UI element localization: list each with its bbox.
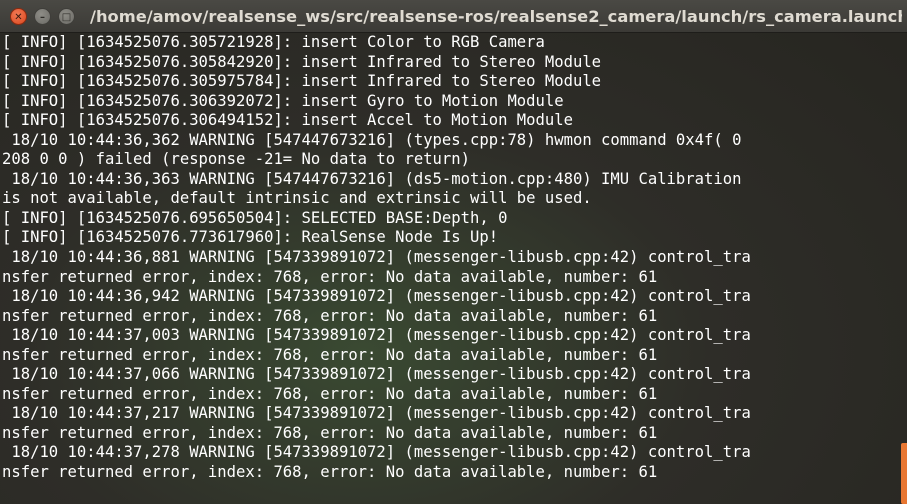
terminal-window: ✕ – □ /home/amov/realsense_ws/src/realse… [0, 0, 907, 504]
terminal-line: 208 0 0 ) failed (response -21= No data … [2, 150, 471, 169]
terminal-line: [ INFO] [1634525076.695650504]: SELECTED… [2, 208, 508, 227]
close-icon: ✕ [14, 12, 23, 23]
terminal-line: [ INFO] [1634525076.306494152]: insert A… [2, 111, 573, 130]
minimize-button[interactable]: – [34, 8, 51, 25]
terminal-line: 18/10 10:44:37,003 WARNING [547339891072… [2, 326, 751, 345]
terminal-line: [ INFO] [1634525076.305721928]: insert C… [2, 33, 545, 51]
terminal-line: nsfer returned error, index: 768, error:… [2, 345, 658, 364]
terminal-line: nsfer returned error, index: 768, error:… [2, 267, 658, 286]
terminal-line: 18/10 10:44:36,363 WARNING [547447673216… [2, 169, 742, 188]
terminal-output[interactable]: [ INFO] [1634525076.305721928]: insert C… [2, 33, 900, 504]
terminal-line: nsfer returned error, index: 768, error:… [2, 463, 658, 482]
window-title: /home/amov/realsense_ws/src/realsense-ro… [90, 7, 902, 26]
close-button[interactable]: ✕ [10, 8, 27, 25]
terminal-line: 18/10 10:44:36,942 WARNING [547339891072… [2, 287, 751, 306]
terminal-line: [ INFO] [1634525076.306392072]: insert G… [2, 91, 564, 110]
scrollbar-thumb[interactable] [901, 443, 907, 504]
minimize-icon: – [40, 12, 45, 23]
terminal-line: 18/10 10:44:37,066 WARNING [547339891072… [2, 365, 751, 384]
terminal-line: 18/10 10:44:36,881 WARNING [547339891072… [2, 248, 751, 267]
terminal-line: nsfer returned error, index: 768, error:… [2, 423, 658, 442]
terminal-line: [ INFO] [1634525076.773617960]: RealSens… [2, 228, 499, 247]
terminal-line: nsfer returned error, index: 768, error:… [2, 306, 658, 325]
title-bar[interactable]: ✕ – □ /home/amov/realsense_ws/src/realse… [0, 0, 907, 33]
terminal-line: nsfer returned error, index: 768, error:… [2, 384, 658, 403]
maximize-icon: □ [61, 12, 72, 23]
terminal-line: [ INFO] [1634525076.305842920]: insert I… [2, 52, 602, 71]
terminal-line: is not available, default intrinsic and … [2, 189, 592, 208]
maximize-button[interactable]: □ [58, 8, 75, 25]
terminal-line: 18/10 10:44:36,362 WARNING [547447673216… [2, 130, 742, 149]
terminal-line: 18/10 10:44:37,278 WARNING [547339891072… [2, 443, 751, 462]
terminal-line: [ INFO] [1634525076.305975784]: insert I… [2, 72, 602, 91]
terminal-line: 18/10 10:44:37,217 WARNING [547339891072… [2, 404, 751, 423]
